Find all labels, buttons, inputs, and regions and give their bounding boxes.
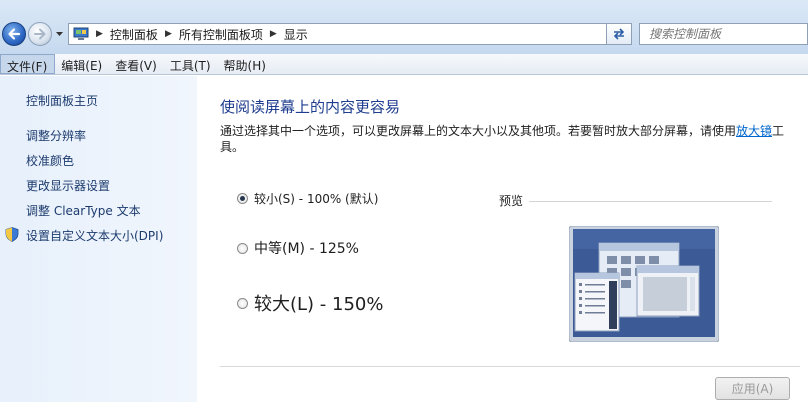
- menu-view[interactable]: 查看(V): [109, 54, 164, 74]
- control-panel-icon: [73, 27, 89, 40]
- address-bar[interactable]: ▶ 控制面板 ▶ 所有控制面板项 ▶ 显示: [68, 23, 629, 45]
- menu-tools[interactable]: 工具(T): [164, 54, 218, 74]
- option-smaller-label: 较小(S) - 100% (默认): [254, 192, 379, 206]
- preview-label: 预览: [499, 194, 524, 208]
- option-larger[interactable]: 较大(L) - 150%: [237, 290, 383, 316]
- breadcrumb-all-items[interactable]: 所有控制面板项: [179, 26, 263, 43]
- option-medium[interactable]: 中等(M) - 125%: [237, 238, 359, 258]
- task-pane: 控制面板主页 调整分辨率 校准颜色 更改显示器设置 调整 ClearType 文…: [0, 76, 197, 402]
- change-display-settings-link[interactable]: 更改显示器设置: [26, 177, 110, 194]
- menu-bar: 文件(F) 编辑(E) 查看(V) 工具(T) 帮助(H): [0, 54, 808, 75]
- adjust-resolution-link[interactable]: 调整分辨率: [26, 127, 86, 144]
- refresh-icon: [613, 28, 625, 40]
- preview-image: [569, 226, 719, 342]
- menu-help[interactable]: 帮助(H): [218, 54, 273, 74]
- forward-button[interactable]: [28, 22, 52, 46]
- menu-edit[interactable]: 编辑(E): [55, 54, 109, 74]
- page-title: 使阅读屏幕上的内容更容易: [220, 98, 401, 116]
- breadcrumb-separator-icon: ▶: [96, 29, 103, 39]
- radio-button[interactable]: [237, 297, 248, 309]
- custom-dpi-link[interactable]: 设置自定义文本大小(DPI): [26, 227, 163, 244]
- description-text: 通过选择其中一个选项，可以更改屏幕上的文本大小以及其他项。若要暂时放大部分屏幕，…: [220, 124, 737, 138]
- preview-divider: [529, 201, 772, 202]
- uac-shield-icon: [5, 227, 19, 242]
- apply-button[interactable]: 应用(A): [715, 377, 790, 400]
- breadcrumb-display[interactable]: 显示: [284, 26, 308, 43]
- search-input[interactable]: [639, 23, 808, 45]
- option-smaller[interactable]: 较小(S) - 100% (默认): [237, 190, 378, 207]
- refresh-button[interactable]: [606, 23, 632, 45]
- main-content: 使阅读屏幕上的内容更容易 通过选择其中一个选项，可以更改屏幕上的文本大小以及其他…: [197, 76, 808, 402]
- footer-divider: [220, 366, 800, 367]
- back-arrow-icon: [8, 28, 21, 40]
- option-larger-label: 较大(L) - 150%: [254, 294, 384, 315]
- radio-button-checked[interactable]: [237, 193, 248, 204]
- magnifier-link[interactable]: 放大镜: [736, 124, 772, 138]
- back-button[interactable]: [2, 22, 26, 46]
- navigation-bar: ▶ 控制面板 ▶ 所有控制面板项 ▶ 显示: [0, 0, 808, 56]
- forward-arrow-icon: [34, 28, 46, 40]
- page-description: 通过选择其中一个选项，可以更改屏幕上的文本大小以及其他项。若要暂时放大部分屏幕，…: [220, 123, 790, 155]
- chevron-down-icon: [56, 31, 63, 36]
- calibrate-color-link[interactable]: 校准颜色: [26, 152, 74, 169]
- menu-file[interactable]: 文件(F): [0, 54, 56, 74]
- control-panel-home-link[interactable]: 控制面板主页: [26, 92, 98, 109]
- breadcrumb-control-panel[interactable]: 控制面板: [110, 26, 158, 43]
- adjust-cleartype-link[interactable]: 调整 ClearType 文本: [26, 202, 141, 219]
- breadcrumb-separator-icon[interactable]: ▶: [165, 29, 172, 39]
- radio-button[interactable]: [237, 242, 248, 254]
- option-medium-label: 中等(M) - 125%: [254, 241, 359, 257]
- breadcrumb-separator-icon[interactable]: ▶: [270, 29, 277, 39]
- recent-pages-dropdown[interactable]: [55, 30, 64, 38]
